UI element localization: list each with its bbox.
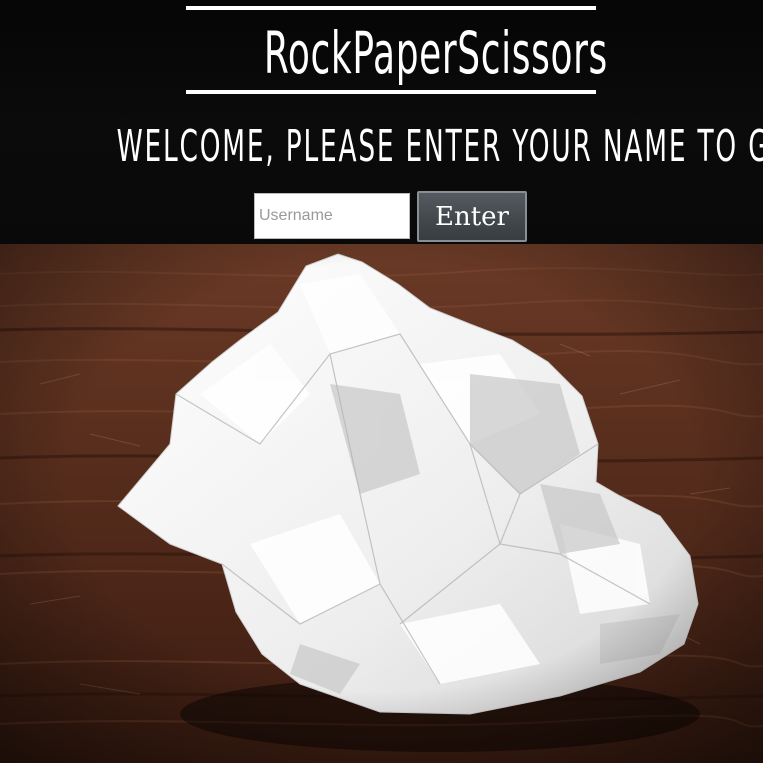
enter-button[interactable]: Enter bbox=[417, 191, 527, 242]
header: RockPaperScissors WELCOME, PLEASE ENTER … bbox=[0, 0, 763, 244]
background-photo bbox=[0, 244, 763, 763]
crumpled-paper-image bbox=[0, 244, 763, 763]
username-input[interactable] bbox=[254, 193, 410, 239]
app-title: RockPaperScissors bbox=[263, 19, 608, 87]
page: RockPaperScissors WELCOME, PLEASE ENTER … bbox=[0, 0, 763, 763]
title-banner: RockPaperScissors bbox=[186, 6, 608, 94]
welcome-message: WELCOME, PLEASE ENTER YOUR NAME TO GET S… bbox=[116, 121, 763, 172]
